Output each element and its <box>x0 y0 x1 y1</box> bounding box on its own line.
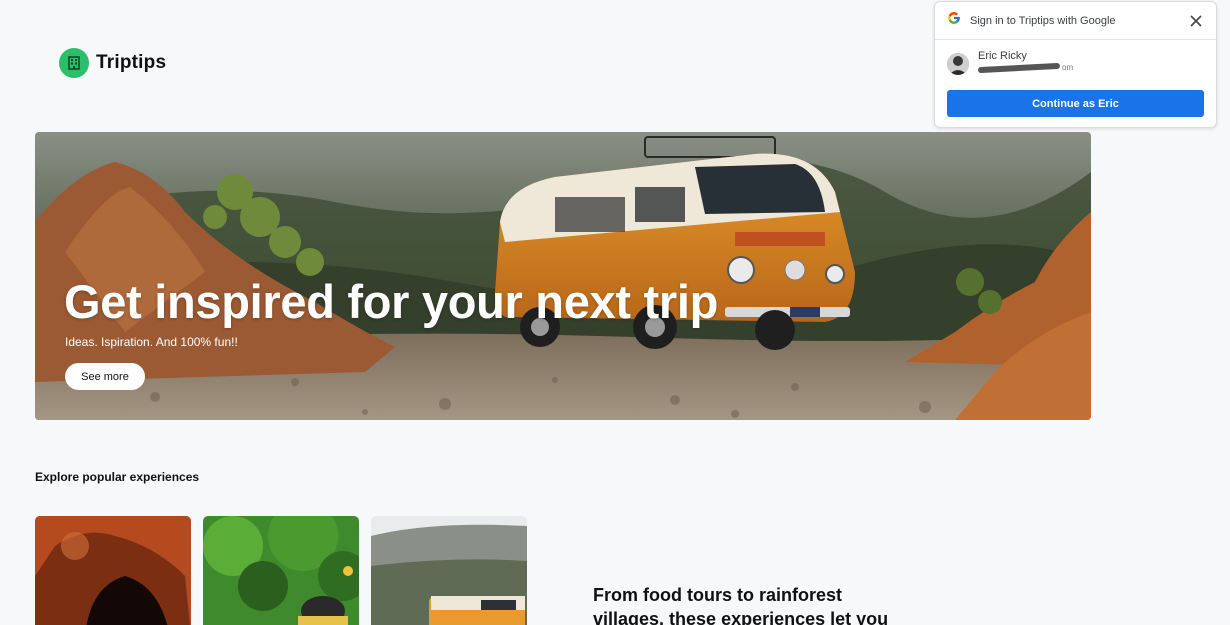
promo-text: From food tours to rainforest villages, … <box>593 585 889 625</box>
close-icon[interactable] <box>1188 13 1204 29</box>
experience-card-campervan[interactable] <box>371 516 527 625</box>
account-name: Eric Ricky <box>978 50 1027 62</box>
brand-name: Triptips <box>96 52 167 73</box>
see-more-button[interactable]: See more <box>65 363 145 390</box>
hero-title: Get inspired for your next trip <box>64 275 719 328</box>
google-signin-header: Sign in to Triptips with Google <box>935 2 1216 40</box>
brand-logo[interactable]: Triptips <box>59 48 166 78</box>
redacted-email <box>977 62 1061 74</box>
section-title: Explore popular experiences <box>35 470 200 484</box>
hero-subtitle: Ideas. Ispiration. And 100% fun!! <box>65 335 238 349</box>
continue-as-button[interactable]: Continue as Eric <box>947 90 1204 117</box>
cave-photo <box>35 516 191 625</box>
google-signin-popup: Sign in to Triptips with Google Eric Ric… <box>934 1 1217 128</box>
account-email: om <box>977 62 1074 74</box>
account-email-suffix: om <box>1062 63 1074 72</box>
google-g-icon <box>947 11 961 30</box>
campervan-photo <box>371 516 527 625</box>
building-icon <box>59 48 89 78</box>
rainforest-photo <box>203 516 359 625</box>
hero-banner: Get inspired for your next trip Ideas. I… <box>35 132 1091 420</box>
google-account-row[interactable]: Eric Ricky om <box>947 50 1073 75</box>
google-signin-title: Sign in to Triptips with Google <box>970 14 1116 27</box>
avatar <box>947 53 969 75</box>
experience-card-cave[interactable] <box>35 516 191 625</box>
experience-card-rainforest[interactable] <box>203 516 359 625</box>
